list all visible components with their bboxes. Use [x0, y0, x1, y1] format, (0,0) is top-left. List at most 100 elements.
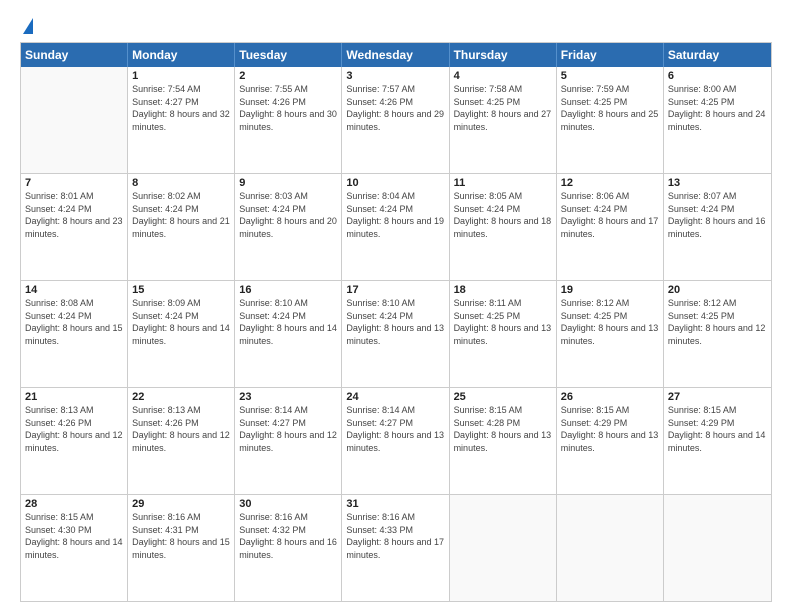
day-header-monday: Monday: [128, 43, 235, 67]
day-info: Sunrise: 8:15 AMSunset: 4:28 PMDaylight:…: [454, 404, 552, 454]
cal-cell: 28Sunrise: 8:15 AMSunset: 4:30 PMDayligh…: [21, 495, 128, 601]
cal-cell: 17Sunrise: 8:10 AMSunset: 4:24 PMDayligh…: [342, 281, 449, 387]
day-info: Sunrise: 8:05 AMSunset: 4:24 PMDaylight:…: [454, 190, 552, 240]
cal-cell: 11Sunrise: 8:05 AMSunset: 4:24 PMDayligh…: [450, 174, 557, 280]
cal-cell: 21Sunrise: 8:13 AMSunset: 4:26 PMDayligh…: [21, 388, 128, 494]
day-number: 8: [132, 177, 230, 189]
cal-cell: 23Sunrise: 8:14 AMSunset: 4:27 PMDayligh…: [235, 388, 342, 494]
day-number: 25: [454, 391, 552, 403]
week-row-2: 7Sunrise: 8:01 AMSunset: 4:24 PMDaylight…: [21, 173, 771, 280]
day-header-wednesday: Wednesday: [342, 43, 449, 67]
day-info: Sunrise: 8:10 AMSunset: 4:24 PMDaylight:…: [239, 297, 337, 347]
day-number: 10: [346, 177, 444, 189]
cal-cell: 29Sunrise: 8:16 AMSunset: 4:31 PMDayligh…: [128, 495, 235, 601]
cal-cell: 30Sunrise: 8:16 AMSunset: 4:32 PMDayligh…: [235, 495, 342, 601]
day-number: 15: [132, 284, 230, 296]
day-number: 27: [668, 391, 767, 403]
day-number: 20: [668, 284, 767, 296]
day-number: 26: [561, 391, 659, 403]
day-info: Sunrise: 7:58 AMSunset: 4:25 PMDaylight:…: [454, 83, 552, 133]
day-info: Sunrise: 8:06 AMSunset: 4:24 PMDaylight:…: [561, 190, 659, 240]
week-row-4: 21Sunrise: 8:13 AMSunset: 4:26 PMDayligh…: [21, 387, 771, 494]
calendar-body: 1Sunrise: 7:54 AMSunset: 4:27 PMDaylight…: [21, 67, 771, 601]
day-info: Sunrise: 8:15 AMSunset: 4:30 PMDaylight:…: [25, 511, 123, 561]
day-header-friday: Friday: [557, 43, 664, 67]
day-info: Sunrise: 8:16 AMSunset: 4:33 PMDaylight:…: [346, 511, 444, 561]
cal-cell: 13Sunrise: 8:07 AMSunset: 4:24 PMDayligh…: [664, 174, 771, 280]
day-info: Sunrise: 8:04 AMSunset: 4:24 PMDaylight:…: [346, 190, 444, 240]
week-row-1: 1Sunrise: 7:54 AMSunset: 4:27 PMDaylight…: [21, 67, 771, 173]
day-info: Sunrise: 8:13 AMSunset: 4:26 PMDaylight:…: [132, 404, 230, 454]
cal-cell: [450, 495, 557, 601]
day-number: 24: [346, 391, 444, 403]
calendar: SundayMondayTuesdayWednesdayThursdayFrid…: [20, 42, 772, 602]
day-info: Sunrise: 8:16 AMSunset: 4:32 PMDaylight:…: [239, 511, 337, 561]
day-header-thursday: Thursday: [450, 43, 557, 67]
week-row-3: 14Sunrise: 8:08 AMSunset: 4:24 PMDayligh…: [21, 280, 771, 387]
cal-cell: 15Sunrise: 8:09 AMSunset: 4:24 PMDayligh…: [128, 281, 235, 387]
cal-cell: 2Sunrise: 7:55 AMSunset: 4:26 PMDaylight…: [235, 67, 342, 173]
day-info: Sunrise: 8:13 AMSunset: 4:26 PMDaylight:…: [25, 404, 123, 454]
day-info: Sunrise: 8:12 AMSunset: 4:25 PMDaylight:…: [561, 297, 659, 347]
day-info: Sunrise: 8:12 AMSunset: 4:25 PMDaylight:…: [668, 297, 767, 347]
day-number: 13: [668, 177, 767, 189]
day-info: Sunrise: 8:15 AMSunset: 4:29 PMDaylight:…: [668, 404, 767, 454]
cal-cell: 31Sunrise: 8:16 AMSunset: 4:33 PMDayligh…: [342, 495, 449, 601]
day-number: 14: [25, 284, 123, 296]
day-number: 4: [454, 70, 552, 82]
cal-cell: 3Sunrise: 7:57 AMSunset: 4:26 PMDaylight…: [342, 67, 449, 173]
day-info: Sunrise: 8:15 AMSunset: 4:29 PMDaylight:…: [561, 404, 659, 454]
cal-cell: 9Sunrise: 8:03 AMSunset: 4:24 PMDaylight…: [235, 174, 342, 280]
day-info: Sunrise: 8:03 AMSunset: 4:24 PMDaylight:…: [239, 190, 337, 240]
cal-cell: 4Sunrise: 7:58 AMSunset: 4:25 PMDaylight…: [450, 67, 557, 173]
cal-cell: 5Sunrise: 7:59 AMSunset: 4:25 PMDaylight…: [557, 67, 664, 173]
day-number: 29: [132, 498, 230, 510]
cal-cell: [664, 495, 771, 601]
day-header-tuesday: Tuesday: [235, 43, 342, 67]
day-info: Sunrise: 8:02 AMSunset: 4:24 PMDaylight:…: [132, 190, 230, 240]
day-number: 21: [25, 391, 123, 403]
cal-cell: 1Sunrise: 7:54 AMSunset: 4:27 PMDaylight…: [128, 67, 235, 173]
day-info: Sunrise: 8:09 AMSunset: 4:24 PMDaylight:…: [132, 297, 230, 347]
day-info: Sunrise: 8:16 AMSunset: 4:31 PMDaylight:…: [132, 511, 230, 561]
day-number: 28: [25, 498, 123, 510]
cal-cell: 27Sunrise: 8:15 AMSunset: 4:29 PMDayligh…: [664, 388, 771, 494]
logo-text: [20, 18, 33, 32]
day-number: 5: [561, 70, 659, 82]
day-number: 30: [239, 498, 337, 510]
day-number: 18: [454, 284, 552, 296]
day-number: 9: [239, 177, 337, 189]
day-info: Sunrise: 8:08 AMSunset: 4:24 PMDaylight:…: [25, 297, 123, 347]
day-info: Sunrise: 8:14 AMSunset: 4:27 PMDaylight:…: [346, 404, 444, 454]
day-info: Sunrise: 7:54 AMSunset: 4:27 PMDaylight:…: [132, 83, 230, 133]
day-number: 19: [561, 284, 659, 296]
cal-cell: 25Sunrise: 8:15 AMSunset: 4:28 PMDayligh…: [450, 388, 557, 494]
day-header-saturday: Saturday: [664, 43, 771, 67]
cal-cell: 19Sunrise: 8:12 AMSunset: 4:25 PMDayligh…: [557, 281, 664, 387]
day-number: 17: [346, 284, 444, 296]
day-info: Sunrise: 7:55 AMSunset: 4:26 PMDaylight:…: [239, 83, 337, 133]
day-info: Sunrise: 8:07 AMSunset: 4:24 PMDaylight:…: [668, 190, 767, 240]
day-number: 31: [346, 498, 444, 510]
day-number: 2: [239, 70, 337, 82]
cal-cell: [557, 495, 664, 601]
cal-cell: 12Sunrise: 8:06 AMSunset: 4:24 PMDayligh…: [557, 174, 664, 280]
day-header-sunday: Sunday: [21, 43, 128, 67]
day-info: Sunrise: 8:11 AMSunset: 4:25 PMDaylight:…: [454, 297, 552, 347]
cal-cell: 6Sunrise: 8:00 AMSunset: 4:25 PMDaylight…: [664, 67, 771, 173]
day-number: 6: [668, 70, 767, 82]
day-info: Sunrise: 8:10 AMSunset: 4:24 PMDaylight:…: [346, 297, 444, 347]
cal-cell: 20Sunrise: 8:12 AMSunset: 4:25 PMDayligh…: [664, 281, 771, 387]
day-number: 3: [346, 70, 444, 82]
calendar-header: SundayMondayTuesdayWednesdayThursdayFrid…: [21, 43, 771, 67]
cal-cell: 7Sunrise: 8:01 AMSunset: 4:24 PMDaylight…: [21, 174, 128, 280]
day-info: Sunrise: 8:00 AMSunset: 4:25 PMDaylight:…: [668, 83, 767, 133]
cal-cell: 22Sunrise: 8:13 AMSunset: 4:26 PMDayligh…: [128, 388, 235, 494]
day-number: 11: [454, 177, 552, 189]
cal-cell: 10Sunrise: 8:04 AMSunset: 4:24 PMDayligh…: [342, 174, 449, 280]
day-number: 1: [132, 70, 230, 82]
day-info: Sunrise: 7:59 AMSunset: 4:25 PMDaylight:…: [561, 83, 659, 133]
logo: [20, 18, 33, 32]
page: SundayMondayTuesdayWednesdayThursdayFrid…: [0, 0, 792, 612]
cal-cell: 14Sunrise: 8:08 AMSunset: 4:24 PMDayligh…: [21, 281, 128, 387]
